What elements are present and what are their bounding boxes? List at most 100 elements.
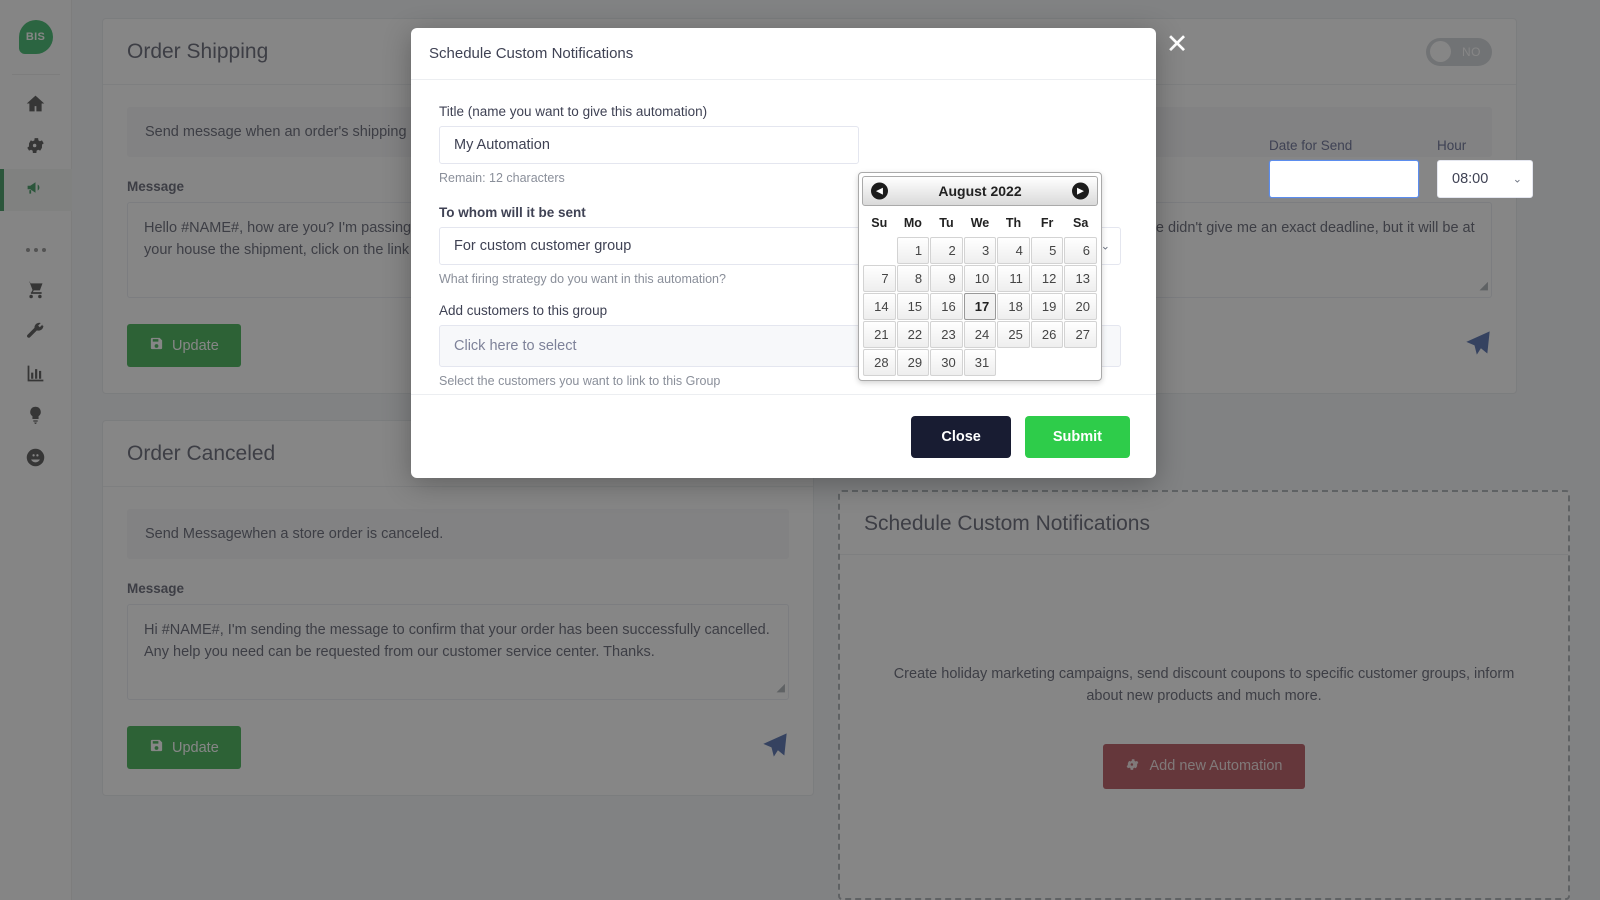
datepicker-day[interactable]: 27 — [1064, 321, 1097, 348]
datepicker-day-cell[interactable]: 13 — [1064, 265, 1097, 292]
datepicker-day[interactable]: 30 — [930, 349, 963, 376]
datepicker-day-cell[interactable]: 21 — [863, 321, 896, 348]
datepicker-header: ◀ August 2022 ▶ — [862, 176, 1098, 206]
datepicker-empty-cell — [1064, 349, 1097, 376]
datepicker-day-cell[interactable]: 10 — [964, 265, 997, 292]
datepicker-day[interactable]: 13 — [1064, 265, 1097, 292]
datepicker-day[interactable]: 8 — [897, 265, 930, 292]
customers-hint: Select the customers you want to link to… — [439, 374, 859, 388]
datepicker-day-cell[interactable]: 2 — [930, 237, 963, 264]
datepicker-day[interactable]: 23 — [930, 321, 963, 348]
datepicker-day[interactable]: 19 — [1031, 293, 1064, 320]
datepicker-day-cell[interactable]: 20 — [1064, 293, 1097, 320]
datepicker-day[interactable]: 28 — [863, 349, 896, 376]
datepicker-day[interactable]: 6 — [1064, 237, 1097, 264]
date-input[interactable] — [1269, 160, 1419, 198]
modal-title: Schedule Custom Notifications — [429, 45, 633, 62]
datepicker-day-cell[interactable]: 11 — [997, 265, 1030, 292]
datepicker-day[interactable]: 9 — [930, 265, 963, 292]
datepicker-day[interactable]: 31 — [964, 349, 997, 376]
datepicker-day[interactable]: 26 — [1031, 321, 1064, 348]
datepicker-weekday: Tu — [930, 211, 963, 236]
datepicker-day-cell[interactable]: 15 — [897, 293, 930, 320]
date-field-wrap: Date for Send — [1269, 138, 1419, 198]
chevron-right-icon[interactable]: ▶ — [1072, 183, 1089, 200]
datepicker-empty-cell — [997, 349, 1030, 376]
datepicker-day-cell[interactable]: 7 — [863, 265, 896, 292]
datepicker-weekday: Th — [997, 211, 1030, 236]
modal-header: Schedule Custom Notifications — [411, 28, 1156, 80]
datepicker-day[interactable]: 5 — [1031, 237, 1064, 264]
datepicker-day[interactable]: 22 — [897, 321, 930, 348]
hour-field-wrap: Hour 08:00 ⌄ — [1437, 138, 1533, 198]
datepicker-day-cell[interactable]: 18 — [997, 293, 1030, 320]
datepicker-day[interactable]: 17 — [964, 293, 997, 320]
datepicker-day[interactable]: 4 — [997, 237, 1030, 264]
datepicker-day-cell[interactable]: 9 — [930, 265, 963, 292]
customers-placeholder: Click here to select — [454, 338, 577, 354]
datepicker-day-cell[interactable]: 6 — [1064, 237, 1097, 264]
datepicker-day[interactable]: 24 — [964, 321, 997, 348]
datepicker-day[interactable]: 16 — [930, 293, 963, 320]
title-input[interactable]: My Automation — [439, 126, 859, 164]
datepicker-day-cell[interactable]: 31 — [964, 349, 997, 376]
datepicker-week-row: 21222324252627 — [863, 321, 1097, 348]
modal-right-fields: Date for Send Hour 08:00 ⌄ — [1269, 138, 1533, 198]
datepicker-day[interactable]: 15 — [897, 293, 930, 320]
datepicker-day[interactable]: 25 — [997, 321, 1030, 348]
datepicker-week-row: 28293031 — [863, 349, 1097, 376]
datepicker-day-cell[interactable]: 25 — [997, 321, 1030, 348]
datepicker-day-cell[interactable]: 8 — [897, 265, 930, 292]
datepicker-day-cell[interactable]: 12 — [1031, 265, 1064, 292]
customers-field-label: Add customers to this group — [439, 303, 859, 318]
hour-select[interactable]: 08:00 — [1437, 160, 1533, 198]
datepicker-day-cell[interactable]: 16 — [930, 293, 963, 320]
datepicker-day-cell[interactable]: 28 — [863, 349, 896, 376]
datepicker-day[interactable]: 14 — [863, 293, 896, 320]
datepicker-day[interactable]: 2 — [930, 237, 963, 264]
datepicker-day-cell[interactable]: 3 — [964, 237, 997, 264]
submit-button[interactable]: Submit — [1025, 416, 1130, 458]
datepicker-day-cell[interactable]: 24 — [964, 321, 997, 348]
datepicker-day[interactable]: 12 — [1031, 265, 1064, 292]
datepicker-day[interactable]: 21 — [863, 321, 896, 348]
datepicker-day[interactable]: 7 — [863, 265, 896, 292]
datepicker-weekday: Su — [863, 211, 896, 236]
modal-footer: Close Submit — [411, 394, 1156, 478]
datepicker-day[interactable]: 18 — [997, 293, 1030, 320]
datepicker-day-cell[interactable]: 1 — [897, 237, 930, 264]
datepicker-day-cell[interactable]: 19 — [1031, 293, 1064, 320]
datepicker-day-cell[interactable]: 5 — [1031, 237, 1064, 264]
datepicker-day[interactable]: 3 — [964, 237, 997, 264]
datepicker-day-cell[interactable]: 29 — [897, 349, 930, 376]
datepicker-month-year: August 2022 — [938, 183, 1021, 199]
close-button[interactable]: Close — [911, 416, 1011, 458]
datepicker-day-cell[interactable]: 27 — [1064, 321, 1097, 348]
datepicker-weekday: Fr — [1031, 211, 1064, 236]
datepicker-day-cell[interactable]: 30 — [930, 349, 963, 376]
datepicker-day-cell[interactable]: 22 — [897, 321, 930, 348]
modal-left-fields: Title (name you want to give this automa… — [439, 104, 859, 388]
datepicker-day-cell[interactable]: 26 — [1031, 321, 1064, 348]
datepicker-grid: SuMoTuWeThFrSa 1234567891011121314151617… — [862, 210, 1098, 377]
chevron-left-icon[interactable]: ◀ — [871, 183, 888, 200]
datepicker-day[interactable]: 29 — [897, 349, 930, 376]
datepicker-day[interactable]: 11 — [997, 265, 1030, 292]
close-icon[interactable]: ✕ — [1163, 31, 1191, 59]
recipient-field-label: To whom will it be sent — [439, 205, 859, 220]
datepicker-day-cell[interactable]: 4 — [997, 237, 1030, 264]
datepicker-body: 1234567891011121314151617181920212223242… — [863, 237, 1097, 376]
datepicker-empty-cell — [1031, 349, 1064, 376]
title-field-label: Title (name you want to give this automa… — [439, 104, 859, 119]
datepicker-day-cell[interactable]: 23 — [930, 321, 963, 348]
datepicker-day[interactable]: 1 — [897, 237, 930, 264]
hour-select-value: 08:00 — [1452, 171, 1488, 187]
datepicker-week-row: 14151617181920 — [863, 293, 1097, 320]
datepicker-day-cell[interactable]: 17 — [964, 293, 997, 320]
datepicker-day[interactable]: 20 — [1064, 293, 1097, 320]
datepicker-day[interactable]: 10 — [964, 265, 997, 292]
app-root: BIS — [0, 0, 1600, 900]
datepicker: ◀ August 2022 ▶ SuMoTuWeThFrSa 123456789… — [858, 172, 1102, 381]
datepicker-week-row: 123456 — [863, 237, 1097, 264]
datepicker-day-cell[interactable]: 14 — [863, 293, 896, 320]
